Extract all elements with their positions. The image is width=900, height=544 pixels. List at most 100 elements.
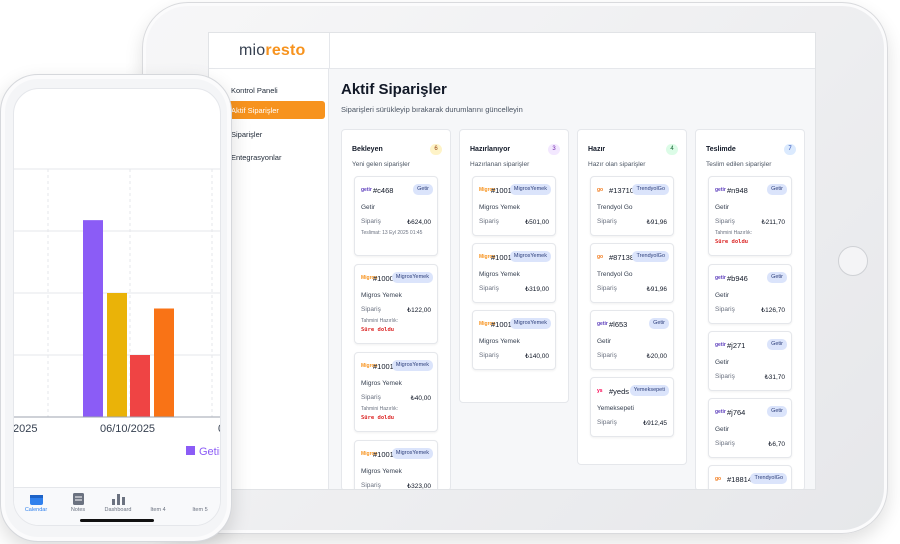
order-card[interactable]: Migros #100199 MigrosYemek Migros Yemek Sipa…: [354, 440, 438, 489]
order-amount: ₺501,00: [524, 219, 549, 226]
order-card[interactable]: go #137109 TrendyolGo Trendyol Go Sipariş ₺91…: [590, 176, 674, 236]
top-bar: mioresto: [209, 33, 815, 69]
tab-calendar[interactable]: Calendar: [16, 492, 56, 513]
column-count-badge: 6: [430, 144, 442, 155]
column-count-badge: 4: [666, 144, 678, 155]
platform-name: Yemeksepeti: [597, 405, 634, 412]
order-card[interactable]: getir #j271 Getir Getir Sipariş ₺31,70: [708, 331, 792, 391]
app-logo[interactable]: mioresto: [239, 42, 306, 60]
sidebar-item-orders[interactable]: Siparişler: [223, 125, 325, 143]
order-label: Sipariş: [597, 285, 617, 292]
order-id: #l653: [609, 320, 628, 329]
column-count-badge: 7: [784, 144, 796, 155]
column-subtitle: Hazırlanan siparişler: [470, 161, 530, 168]
order-amount: ₺40,00: [410, 395, 431, 402]
platform-badge: TrendyolGo: [632, 251, 669, 262]
kanban-column: Teslimde Teslim edilen siparişler 7 getir #n…: [695, 129, 805, 489]
kanban-column: Hazırlanıyor Hazırlanan siparişler 3 Migros…: [459, 129, 569, 403]
platform-badge: Getir: [413, 184, 433, 195]
order-card[interactable]: go#188144TrendyolGoTrendyol GoSipariş: [708, 465, 792, 489]
platform-name: Getir: [715, 204, 730, 211]
tab-dashboard[interactable]: Dashboard: [98, 492, 138, 513]
bar: [107, 293, 127, 417]
sidebar-item-active-orders[interactable]: Aktif Siparişler: [223, 101, 325, 119]
order-card[interactable]: Migros #100199 MigrosYemek Migros Yemek Sipa…: [472, 243, 556, 303]
tab-label: Item 5: [192, 507, 208, 513]
column-subtitle: Hazır olan siparişler: [588, 161, 646, 168]
x-tick-label: 0: [218, 423, 221, 435]
page-title: Aktif Siparişler: [341, 81, 447, 98]
order-label: Sipariş: [361, 394, 381, 401]
platform-name: Getir: [597, 338, 612, 345]
x-tick-label: /2025: [14, 423, 38, 435]
order-label: Sipariş: [597, 352, 617, 359]
order-card[interactable]: Migros #100198 MigrosYemek Migros Yemek Sipa…: [354, 352, 438, 432]
platform-badge: Getir: [767, 406, 787, 417]
tab-item-4[interactable]: Item 4: [138, 492, 178, 513]
platform-name: Trendyol Go: [597, 204, 633, 211]
order-amount: ₺126,70: [760, 307, 785, 314]
order-amount: ₺6,70: [768, 441, 785, 448]
platform-name: Getir: [715, 359, 730, 366]
x-tick-label: 06/10/2025: [100, 423, 155, 435]
platform-badge: TrendyolGo: [750, 473, 787, 484]
divider: [329, 33, 330, 69]
order-card[interactable]: getir #b946 Getir Getir Sipariş ₺126,70: [708, 264, 792, 324]
order-label: Sipariş: [715, 373, 735, 380]
column-subtitle: Yeni gelen siparişler: [352, 161, 410, 168]
order-card[interactable]: ys #yeds b0j6 Yemeksepeti Yemeksepeti Sipari…: [590, 377, 674, 437]
order-label: Sipariş: [597, 419, 617, 426]
order-card[interactable]: getir #n948 Getir Getir Sipariş ₺211,70 Tahmin…: [708, 176, 792, 256]
notes-icon: [58, 492, 98, 505]
platform-name: Getir: [361, 204, 376, 211]
order-id: #n948: [727, 186, 748, 195]
column-title: Bekleyen: [352, 146, 383, 153]
order-label: Sipariş: [715, 440, 735, 447]
order-card[interactable]: Migros #100199 MigrosYemek Migros Yemek Sipa…: [472, 310, 556, 370]
sidebar-item-dashboard[interactable]: Kontrol Paneli: [223, 81, 325, 99]
order-note: Tahmini Hazırlık:: [361, 318, 398, 324]
order-card[interactable]: Migros #1000697 MigrosYemek Migros Yemek Sip…: [354, 264, 438, 344]
device-mockup: mioresto Kontrol Paneli Aktif Siparişler…: [0, 0, 900, 544]
platform-badge: Yemeksepeti: [629, 385, 669, 396]
platform-name: Migros Yemek: [361, 468, 402, 475]
calendar-icon: [16, 492, 56, 505]
bar: [154, 308, 174, 417]
platform-badge: MigrosYemek: [391, 448, 433, 459]
order-card[interactable]: getir #c468 Getir Getir Sipariş ₺624,00 Teslim…: [354, 176, 438, 256]
tab-item-5[interactable]: Item 5: [180, 492, 220, 513]
order-note: Tahmini Hazırlık:: [715, 230, 752, 236]
tablet-screen: mioresto Kontrol Paneli Aktif Siparişler…: [208, 32, 816, 490]
tab-icon: [180, 492, 220, 505]
kanban-column: Bekleyen Yeni gelen siparişler 6 getir #c468…: [341, 129, 451, 489]
legend-swatch: [186, 446, 195, 455]
order-note: Tahmini Hazırlık:: [361, 406, 398, 412]
sidebar-item-integrations[interactable]: Entegrasyonlar: [223, 148, 325, 166]
platform-logo-icon: getir: [715, 275, 726, 281]
order-id: #c468: [373, 186, 394, 195]
logo-text-b: resto: [265, 42, 306, 59]
main-content: Aktif Siparişler Siparişleri sürükleyip …: [329, 69, 815, 489]
overdue-status: Süre doldu: [361, 415, 395, 421]
platform-name: Migros Yemek: [479, 338, 520, 345]
order-id: #j271: [727, 341, 746, 350]
order-label: Sipariş: [715, 306, 735, 313]
tablet-home-button[interactable]: [838, 246, 868, 276]
column-subtitle: Teslim edilen siparişler: [706, 161, 772, 168]
tab-notes[interactable]: Notes: [58, 492, 98, 513]
tab-label: Dashboard: [104, 507, 132, 513]
tab-label: Item 4: [150, 507, 166, 513]
order-note: Teslimat: 13 Eyl 2025 01:45: [361, 230, 423, 236]
tab-icon: [138, 492, 178, 505]
platform-badge: Getir: [767, 184, 787, 195]
order-card[interactable]: Migros #100199 MigrosYemek Migros Yemek Sipa…: [472, 176, 556, 236]
order-card[interactable]: getir #j764 Getir Getir Sipariş ₺6,70: [708, 398, 792, 458]
order-card[interactable]: getir #l653 Getir Getir Sipariş ₺20,00: [590, 310, 674, 370]
order-card[interactable]: go #871383 TrendyolGo Trendyol Go Sipariş ₺91…: [590, 243, 674, 303]
platform-logo-icon: getir: [715, 342, 726, 348]
order-label: Sipariş: [361, 482, 381, 489]
tab-label: Notes: [70, 507, 86, 513]
platform-logo-icon: go: [597, 187, 604, 193]
platform-badge: MigrosYemek: [391, 360, 433, 371]
order-label: Sipariş: [715, 218, 735, 225]
